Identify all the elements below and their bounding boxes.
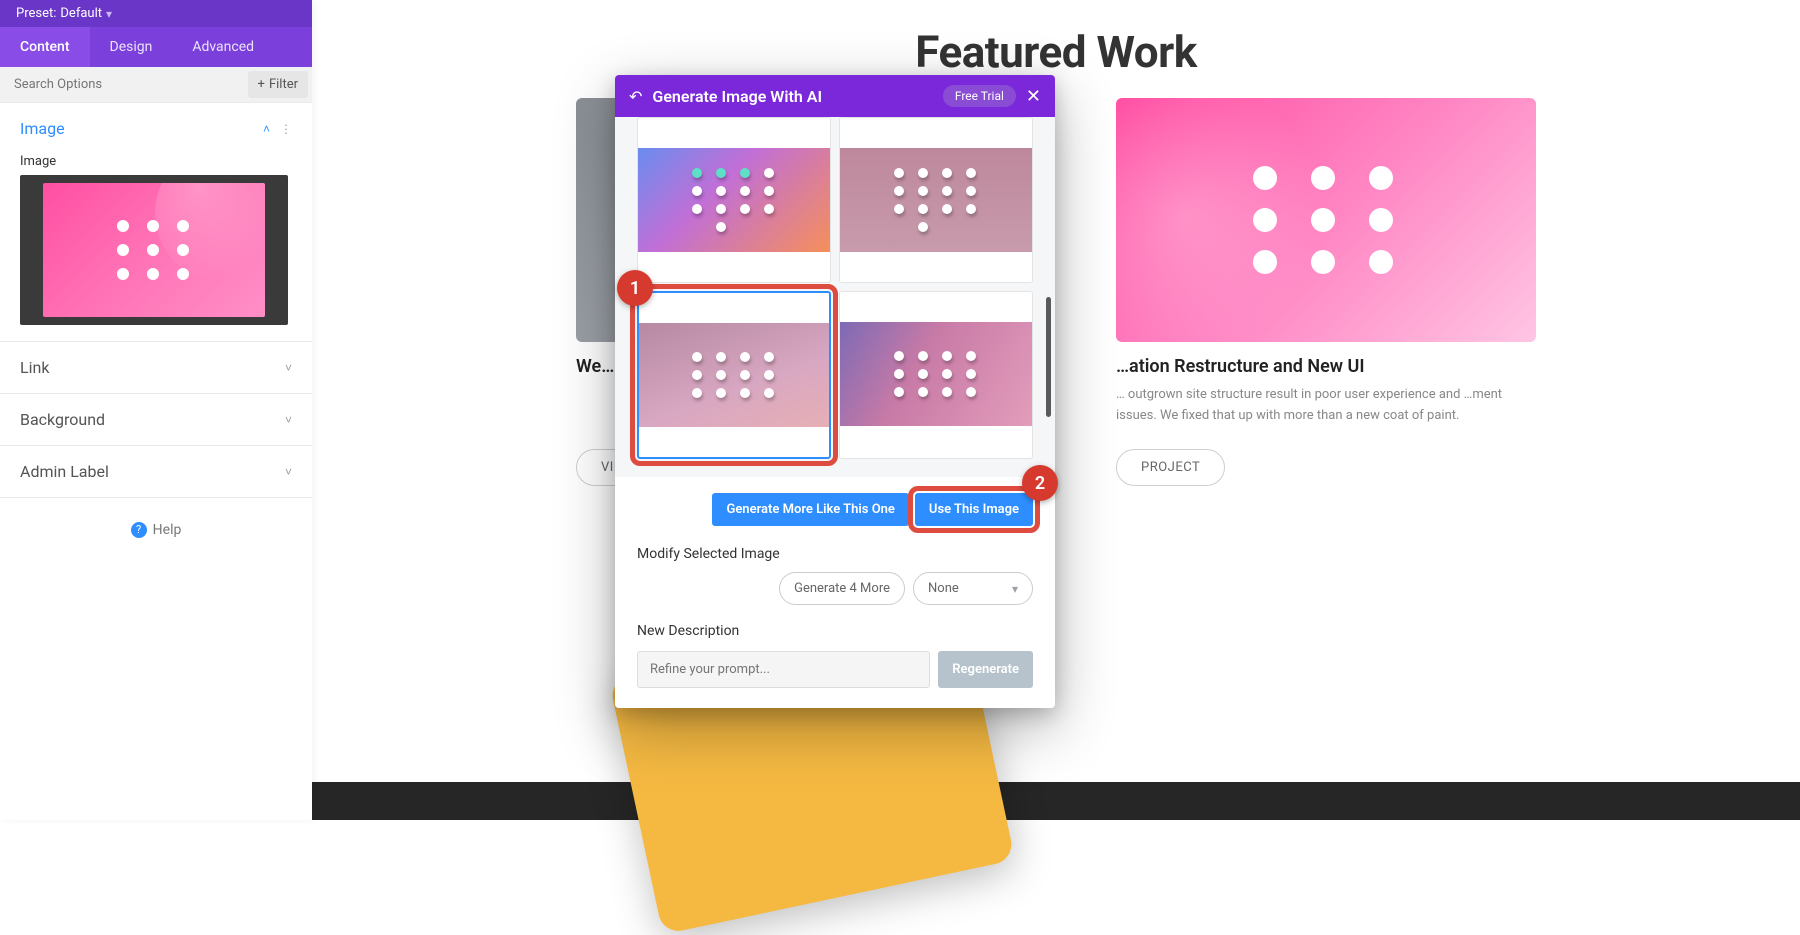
annotation-badge-2: 2 — [1022, 465, 1058, 501]
preset-label: Preset: — [16, 6, 56, 21]
select-value: None — [928, 581, 959, 596]
search-row: + Filter — [0, 67, 312, 103]
modify-label: Modify Selected Image — [637, 546, 1033, 562]
project-card: …ation Restructure and New UI … outgrown… — [1116, 98, 1536, 486]
ai-result-thumb[interactable] — [637, 117, 831, 283]
tab-content[interactable]: Content — [0, 27, 90, 67]
section-background-head[interactable]: Background ˅ — [0, 394, 312, 445]
new-description-label: New Description — [637, 623, 1033, 639]
chevron-down-icon: ▾ — [1012, 582, 1018, 596]
dots-icon — [1253, 166, 1399, 274]
settings-sidebar: Preset: Default ▾ Content Design Advance… — [0, 0, 312, 820]
sidebar-tabs: Content Design Advanced — [0, 27, 312, 67]
section-image-title: Image — [20, 119, 65, 138]
chevron-down-icon: ˅ — [285, 413, 292, 427]
more-icon[interactable]: ⋮ — [280, 122, 292, 136]
tab-advanced[interactable]: Advanced — [172, 27, 274, 67]
tab-design[interactable]: Design — [90, 27, 173, 67]
card-image[interactable] — [1116, 98, 1536, 342]
footer-band — [312, 782, 1800, 820]
modal-header: ↶ Generate Image With AI Free Trial ✕ — [615, 75, 1055, 117]
dots-icon — [692, 352, 776, 398]
plus-icon: + — [258, 77, 265, 92]
help-label: Help — [153, 522, 182, 538]
page-canvas: Featured Work We… VIEW …ation Restructur… — [312, 0, 1800, 820]
section-link-head[interactable]: Link ˅ — [0, 342, 312, 393]
regenerate-button[interactable]: Regenerate — [938, 651, 1033, 688]
preset-bar[interactable]: Preset: Default ▾ — [0, 0, 312, 27]
section-link-title: Link — [20, 358, 49, 377]
use-this-image-button[interactable]: Use This Image — [915, 493, 1033, 526]
section-image-head[interactable]: Image ˄ ⋮ — [0, 103, 312, 154]
search-input[interactable] — [0, 67, 244, 102]
dots-icon — [894, 351, 978, 397]
chevron-down-icon: ˅ — [285, 361, 292, 375]
generate-more-button[interactable]: Generate More Like This One — [712, 493, 908, 526]
chevron-down-icon: ▾ — [106, 7, 112, 21]
help-icon: ? — [131, 522, 147, 538]
section-admin-label-title: Admin Label — [20, 462, 109, 481]
ai-result-thumb[interactable] — [839, 117, 1033, 283]
chevron-up-icon: ˄ — [263, 122, 270, 136]
dots-icon — [117, 220, 191, 280]
card-title: …ation Restructure and New UI — [1116, 356, 1536, 377]
image-field-label: Image — [20, 154, 292, 169]
generate-4-more-button[interactable]: Generate 4 More — [779, 572, 905, 605]
image-preview[interactable] — [20, 175, 288, 325]
dots-icon — [894, 168, 978, 232]
prompt-input[interactable] — [637, 651, 930, 688]
results-scroll[interactable] — [615, 117, 1055, 477]
chevron-down-icon: ˅ — [285, 465, 292, 479]
featured-heading: Featured Work — [312, 0, 1800, 88]
modal-title: Generate Image With AI — [652, 87, 932, 106]
modify-select[interactable]: None ▾ — [913, 572, 1033, 605]
annotation-badge-1: 1 — [617, 270, 653, 306]
ai-result-thumb[interactable] — [839, 291, 1033, 459]
dots-icon — [692, 168, 776, 232]
back-icon[interactable]: ↶ — [629, 87, 642, 106]
card-desc: … outgrown site structure result in poor… — [1116, 385, 1536, 429]
filter-label: Filter — [269, 77, 298, 92]
help-link[interactable]: ? Help — [0, 498, 312, 562]
filter-button[interactable]: + Filter — [248, 71, 308, 98]
section-background-title: Background — [20, 410, 105, 429]
section-admin-label-head[interactable]: Admin Label ˅ — [0, 446, 312, 497]
ai-image-modal: ↶ Generate Image With AI Free Trial ✕ — [615, 75, 1055, 708]
ai-result-thumb-selected[interactable] — [637, 291, 831, 459]
view-project-button[interactable]: PROJECT — [1116, 449, 1225, 486]
free-trial-badge[interactable]: Free Trial — [943, 85, 1016, 107]
close-icon[interactable]: ✕ — [1026, 86, 1041, 107]
preset-value: Default — [60, 6, 102, 21]
